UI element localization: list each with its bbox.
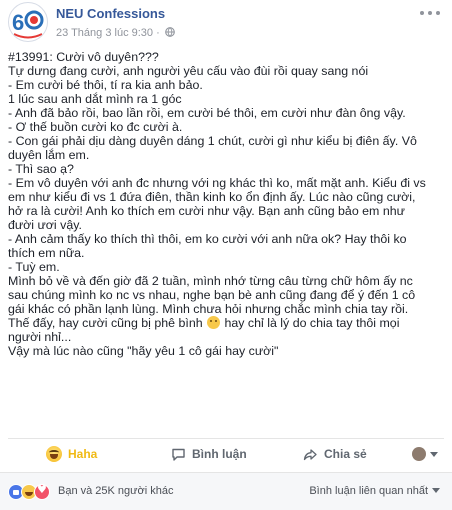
post-line: - Thì sao ạ? [8,162,74,176]
post-line: đười ươi vậy. [8,218,82,232]
share-label: Chia sẻ [324,447,367,461]
post-line-part: Thế đấy, hay cười cũng bị phê bình [8,316,203,330]
post-footer: Bạn và 25K người khác Bình luận liên qua… [0,472,452,510]
post-line: - Anh đã bảo rồi, bao lần rồi, em cười b… [8,106,406,120]
avatar [412,447,426,461]
neu-logo-icon: 6 [10,4,46,40]
post-line: hở ra là cười! Anh ko thích em cười như … [8,204,405,218]
page-name-link[interactable]: NEU Confessions [56,6,165,21]
love-icon [34,483,50,500]
reaction-count-link[interactable]: Bạn và 25K người khác [58,485,173,497]
comment-icon [172,448,185,461]
post-line: em như kiểu đi vs 1 đứa điên, thần kinh … [8,190,416,204]
comment-sort-dropdown[interactable]: Bình luận liên quan nhất [309,485,440,497]
comment-as-selector[interactable] [412,440,438,468]
post-header: 6 NEU Confessions 23 Tháng 3 lúc 9:30 · [0,0,452,44]
comment-button[interactable]: Bình luận [171,440,247,468]
post-action-bar: Haha Bình luận Chia sẻ [8,438,444,469]
comment-label: Bình luận [192,447,247,461]
share-button[interactable]: Chia sẻ [303,440,367,468]
post-line: sau chúng mình ko nc vs nhau, nghe bạn b… [8,288,416,302]
reaction-icons[interactable] [8,483,50,500]
chevron-down-icon [432,488,440,493]
post-line: gái khác có phần lạnh lùng. Mình chưa hỏ… [8,302,409,316]
more-dots-icon [420,11,424,15]
haha-emoji-icon [46,446,62,462]
post-line: Tự dưng đang cười, anh người yêu cấu vào… [8,64,369,78]
post-line: Thế đấy, hay cười cũng bị phê bình hay c… [8,316,448,330]
haha-label: Haha [68,447,98,461]
post-line: #13991: Cười vô duyên??? [8,50,159,64]
post-line: duyên lắm em. [8,148,90,162]
svg-text:6: 6 [12,10,24,35]
post-timestamp[interactable]: 23 Tháng 3 lúc 9:30 · [56,27,160,39]
post-meta: 23 Tháng 3 lúc 9:30 · [56,27,175,39]
share-icon [303,448,317,460]
post-line: - Ơ thế buồn cười ko đc cười à. [8,120,183,134]
post-line: - Anh cảm thấy ko thích thì thôi, em ko … [8,232,407,246]
grin-emoji-icon [207,316,221,329]
post-line: Mình bỏ về và đến giờ đã 2 tuần, mình nh… [8,274,413,288]
globe-icon[interactable] [164,27,175,37]
post-line: - Em vô duyên với anh đc nhưng với ng kh… [8,176,426,190]
comment-sort-label: Bình luận liên quan nhất [309,485,428,497]
post-line-part: hay chỉ là lý do chia tay thôi mọi [224,316,400,330]
post-line: 1 lúc sau anh dắt mình ra 1 góc [8,92,182,106]
more-options-button[interactable] [420,6,440,20]
haha-reaction-button[interactable]: Haha [46,440,97,468]
chevron-down-icon [430,451,438,457]
post-text: #13991: Cười vô duyên??? Tự dưng đang cư… [8,50,448,358]
post-line: người nhỉ... [8,330,72,344]
post-line: - Con gái phải dịu dàng duyên dáng 1 chú… [8,134,417,148]
post-line: thích em nữa. [8,246,85,260]
page-avatar[interactable]: 6 [8,2,48,42]
post-line: - Em cười bé thôi, tí ra kia anh bảo. [8,78,203,92]
post-line: Vậy mà lúc nào cũng "hãy yêu 1 cô gái ha… [8,344,279,358]
post-line: - Tuỳ em. [8,260,60,274]
